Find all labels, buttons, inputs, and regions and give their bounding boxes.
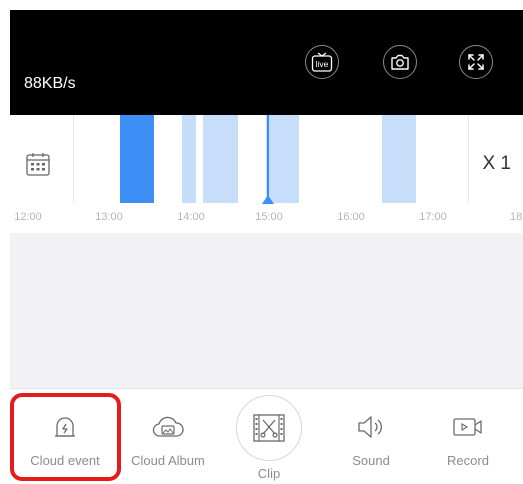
time-tick: 15:00 — [255, 211, 283, 223]
clip-circle[interactable] — [236, 395, 302, 461]
live-tv-icon: live — [311, 52, 333, 72]
record-icon — [453, 418, 482, 436]
recorded-segment[interactable] — [266, 115, 299, 203]
recorded-segment[interactable] — [203, 115, 238, 203]
recorded-segment[interactable] — [382, 115, 416, 203]
cloud-album-label: Cloud Album — [131, 453, 205, 468]
time-tick: 16:00 — [337, 211, 365, 223]
camera-icon — [391, 54, 409, 70]
calendar-button[interactable] — [25, 151, 51, 182]
time-tick: 13:00 — [95, 211, 123, 223]
svg-text:live: live — [316, 59, 329, 69]
sound-icon — [358, 416, 382, 438]
timeline-right-divider — [468, 115, 469, 203]
content-area — [10, 233, 523, 388]
record-button[interactable]: Record — [418, 389, 518, 484]
record-label: Record — [447, 453, 489, 468]
recorded-segment[interactable] — [182, 115, 196, 203]
snapshot-button[interactable] — [383, 45, 417, 79]
sound-button[interactable]: Sound — [321, 389, 421, 484]
calendar-icon — [26, 153, 50, 176]
playback-timeline[interactable]: X 1 12:00 13:00 14:00 15:00 16:00 17:00 … — [10, 115, 523, 233]
clip-label: Clip — [257, 466, 281, 481]
fullscreen-button[interactable] — [459, 45, 493, 79]
bitrate-label: 88KB/s — [24, 75, 76, 92]
fullscreen-icon — [468, 54, 484, 70]
sound-label: Sound — [352, 453, 390, 468]
clip-icon — [253, 414, 285, 442]
live-button[interactable]: live — [305, 45, 339, 79]
playback-speed-button[interactable]: X 1 — [482, 153, 511, 175]
playhead-line[interactable] — [267, 115, 269, 203]
playhead-marker-icon[interactable] — [262, 195, 274, 204]
recorded-segment-active[interactable] — [120, 115, 154, 203]
video-player[interactable]: 88KB/s live — [10, 10, 523, 115]
cloud-album-button[interactable]: Cloud Album — [118, 389, 218, 484]
time-tick: 17:00 — [419, 211, 447, 223]
time-tick: 12:00 — [14, 211, 42, 223]
time-tick: 14:00 — [177, 211, 205, 223]
clip-button[interactable]: Clip — [219, 389, 319, 484]
highlight-box — [10, 393, 121, 481]
time-ruler: 12:00 13:00 14:00 15:00 16:00 17:00 18:0 — [10, 211, 523, 227]
cloud-album-icon — [152, 416, 184, 437]
time-tick: 18:0 — [510, 211, 523, 223]
timeline-track[interactable] — [73, 115, 468, 204]
